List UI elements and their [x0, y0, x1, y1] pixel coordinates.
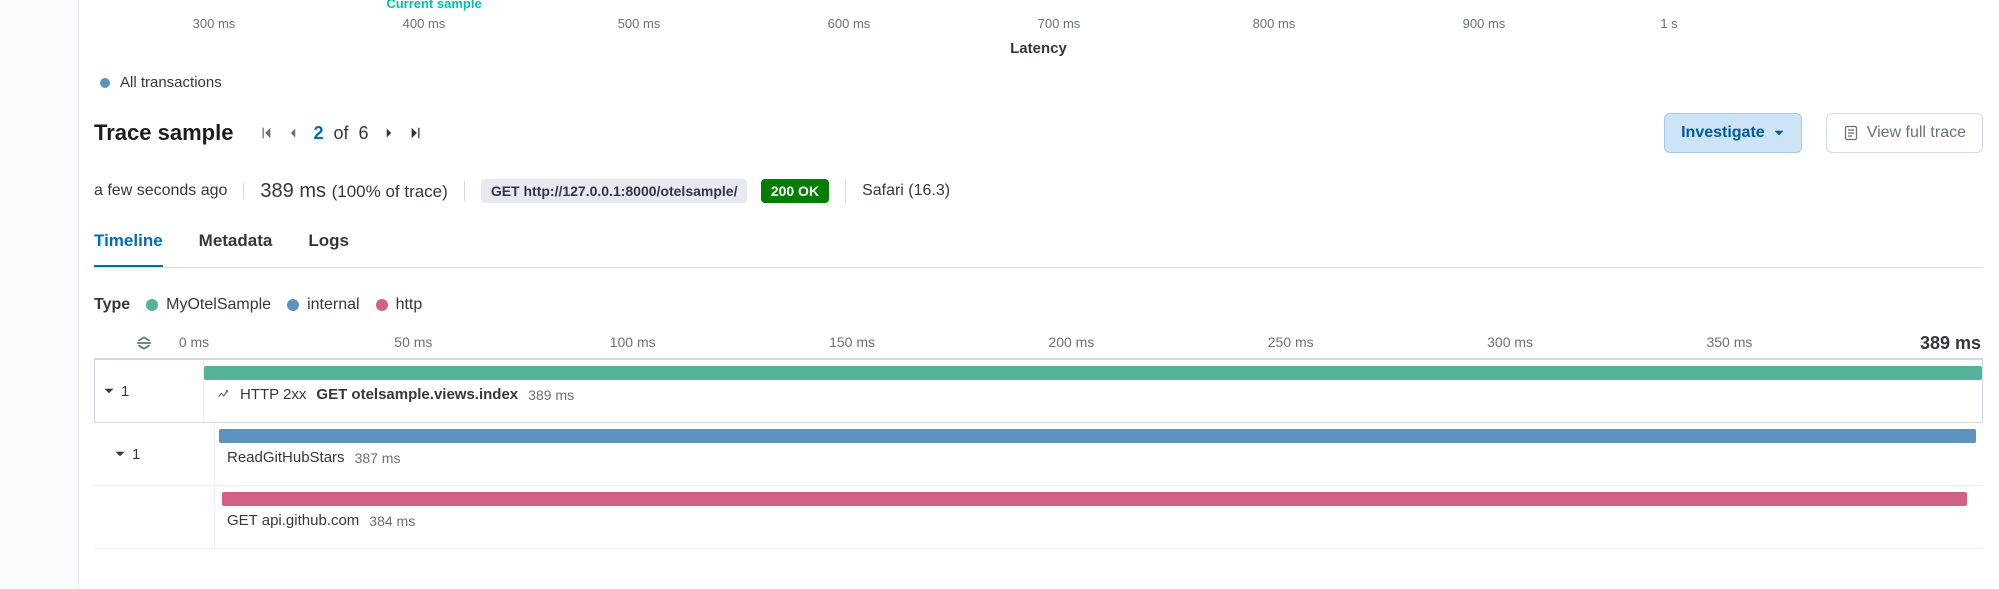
type-item: internal — [287, 296, 359, 314]
collapse-all-icon[interactable] — [135, 334, 153, 352]
span-bar[interactable] — [222, 492, 1967, 506]
span-row[interactable]: 1 HTTP 2xx GET otelsample.views.index 38… — [94, 359, 1983, 423]
axis-tick: 900 ms — [1463, 16, 1506, 31]
waterfall-axis: 0 ms 50 ms 100 ms 150 ms 200 ms 250 ms 3… — [194, 328, 1901, 358]
span-duration: 389 ms — [528, 387, 574, 403]
trace-browser: Safari (16.3) — [846, 183, 966, 199]
view-full-trace-button[interactable]: View full trace — [1826, 113, 1983, 153]
span-duration: 387 ms — [355, 450, 401, 466]
result-icon — [216, 388, 230, 402]
span-label: HTTP 2xx GET otelsample.views.index 389 … — [216, 386, 574, 403]
axis-tick: 800 ms — [1253, 16, 1296, 31]
trace-duration-pct: (100% of trace) — [332, 182, 448, 201]
span-name: ReadGitHubStars — [227, 449, 345, 466]
span-label: GET api.github.com 384 ms — [227, 512, 415, 529]
tab-metadata[interactable]: Metadata — [199, 231, 273, 267]
first-page-icon — [259, 126, 273, 140]
pager-last-button[interactable] — [409, 126, 423, 140]
pager-count: 2 of 6 — [313, 123, 368, 144]
axis-tick: 0 ms — [179, 334, 209, 350]
type-dot-icon — [376, 299, 388, 311]
type-item: MyOtelSample — [146, 296, 271, 314]
chart-legend: All transactions — [94, 60, 1983, 113]
waterfall-total: 389 ms — [1901, 333, 1983, 354]
child-count: 1 — [121, 383, 129, 400]
trace-request-cell: GET http://127.0.0.1:8000/otelsample/ 20… — [465, 179, 846, 203]
axis-tick: 150 ms — [829, 334, 875, 350]
axis-tick: 500 ms — [618, 16, 661, 31]
http-result: HTTP 2xx — [240, 386, 306, 403]
chevron-right-icon — [383, 126, 395, 140]
row-toggle[interactable]: 1 — [95, 360, 204, 422]
status-badge: 200 OK — [761, 179, 829, 203]
axis-tick: 600 ms — [828, 16, 871, 31]
pager-current: 2 — [313, 123, 323, 143]
latency-axis: Current sample 300 ms 400 ms 500 ms 600 … — [94, 0, 1983, 60]
document-icon — [1843, 125, 1859, 141]
axis-tick: 100 ms — [610, 334, 656, 350]
type-dot-icon — [287, 299, 299, 311]
investigate-label: Investigate — [1681, 124, 1765, 142]
row-toggle — [94, 486, 215, 548]
tab-logs[interactable]: Logs — [308, 231, 349, 267]
chevron-down-icon — [1773, 127, 1785, 139]
span-bar[interactable] — [204, 366, 1982, 380]
type-name: internal — [307, 296, 359, 314]
waterfall: 0 ms 50 ms 100 ms 150 ms 200 ms 250 ms 3… — [94, 328, 1983, 549]
section-title: Trace sample — [94, 120, 233, 146]
axis-tick: 300 ms — [193, 16, 236, 31]
span-type-legend: Type MyOtelSample internal http — [94, 296, 1983, 314]
trace-tabs: Timeline Metadata Logs — [94, 231, 1983, 268]
axis-tick: 200 ms — [1048, 334, 1094, 350]
axis-tick: 1 s — [1660, 16, 1677, 31]
axis-tick: 700 ms — [1038, 16, 1081, 31]
row-toggle[interactable]: 1 — [94, 423, 215, 485]
legend-dot-icon — [100, 78, 110, 88]
tab-timeline[interactable]: Timeline — [94, 231, 163, 267]
pager-first-button[interactable] — [259, 126, 273, 140]
chevron-down-icon — [103, 385, 115, 397]
span-name: GET api.github.com — [227, 512, 359, 529]
trace-pager: 2 of 6 — [259, 123, 422, 144]
span-row[interactable]: GET api.github.com 384 ms — [94, 486, 1983, 549]
axis-title: Latency — [1010, 40, 1067, 57]
legend-label: All transactions — [120, 74, 222, 91]
axis-tick: 250 ms — [1268, 334, 1314, 350]
view-full-trace-label: View full trace — [1867, 124, 1966, 142]
pager-total: 6 — [359, 123, 369, 143]
axis-tick: 300 ms — [1487, 334, 1533, 350]
span-row[interactable]: 1 ReadGitHubStars 387 ms — [94, 423, 1983, 486]
type-name: MyOtelSample — [166, 296, 271, 314]
type-item: http — [376, 296, 423, 314]
chevron-left-icon — [287, 126, 299, 140]
trace-duration: 389 ms (100% of trace) — [244, 181, 464, 201]
investigate-button[interactable]: Investigate — [1664, 113, 1802, 153]
left-gutter — [0, 0, 79, 589]
current-sample-label: Current sample — [386, 0, 481, 11]
trace-timestamp: a few seconds ago — [94, 183, 244, 199]
type-label: Type — [94, 296, 130, 314]
trace-duration-value: 389 ms — [260, 180, 326, 202]
chevron-down-icon — [114, 448, 126, 460]
span-bar[interactable] — [219, 429, 1976, 443]
child-count: 1 — [132, 446, 140, 463]
span-name: GET otelsample.views.index — [316, 386, 518, 403]
request-badge: GET http://127.0.0.1:8000/otelsample/ — [481, 179, 748, 203]
axis-tick: 50 ms — [394, 334, 432, 350]
span-label: ReadGitHubStars 387 ms — [227, 449, 400, 466]
type-name: http — [396, 296, 423, 314]
type-dot-icon — [146, 299, 158, 311]
pager-next-button[interactable] — [383, 126, 395, 140]
axis-tick: 400 ms — [403, 16, 446, 31]
axis-tick: 350 ms — [1706, 334, 1752, 350]
pager-prev-button[interactable] — [287, 126, 299, 140]
pager-of: of — [333, 123, 348, 143]
span-duration: 384 ms — [369, 513, 415, 529]
last-page-icon — [409, 126, 423, 140]
